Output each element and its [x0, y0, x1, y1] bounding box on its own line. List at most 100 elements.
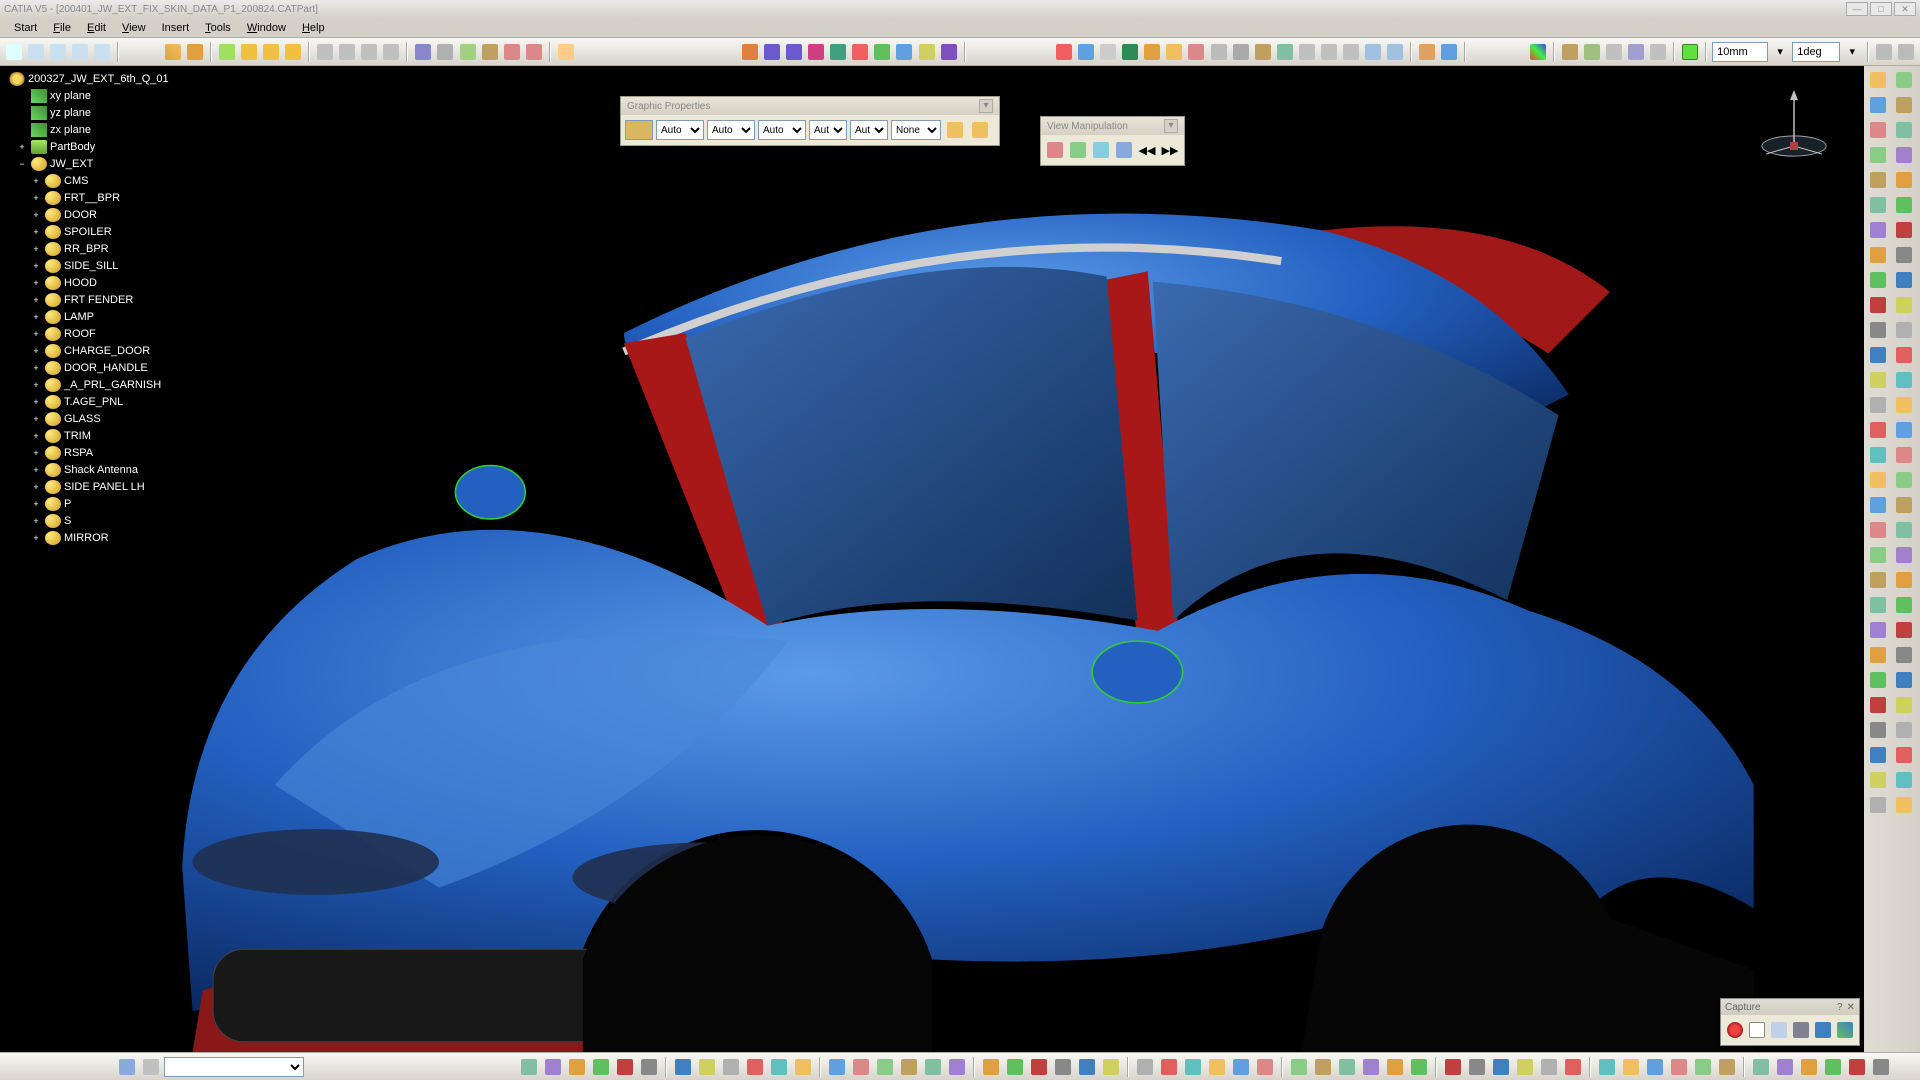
tb-tool-1[interactable]: [26, 41, 46, 63]
right-tool-b6[interactable]: [1892, 218, 1916, 242]
menu-file[interactable]: File: [45, 20, 79, 36]
point-select[interactable]: Aut: [809, 120, 847, 140]
right-tool-b10[interactable]: [1892, 318, 1916, 342]
tb-tool-7[interactable]: [217, 41, 237, 63]
bottom-tool-44[interactable]: [1644, 1056, 1666, 1078]
right-tool-a20[interactable]: [1866, 568, 1890, 592]
right-tool-a1[interactable]: [1866, 93, 1890, 117]
right-tool-b0[interactable]: [1892, 68, 1916, 92]
view-manipulation-panel[interactable]: View Manipulation ▾ ◀◀ ▶▶: [1040, 116, 1185, 166]
tb-op-12[interactable]: [1297, 41, 1317, 63]
tree-item[interactable]: +CHARGE_DOOR: [30, 342, 169, 359]
tb-op-1[interactable]: [1054, 41, 1074, 63]
right-tool-b11[interactable]: [1892, 343, 1916, 367]
tree-item[interactable]: +SIDE_SILL: [30, 257, 169, 274]
bottom-tool-26[interactable]: [1182, 1056, 1204, 1078]
tb-tool-2[interactable]: [48, 41, 68, 63]
tb-op-4[interactable]: [1120, 41, 1140, 63]
tree-item[interactable]: +T.AGE_PNL: [30, 393, 169, 410]
painter-icon[interactable]: [944, 119, 966, 141]
turn-head-icon[interactable]: [1114, 139, 1134, 161]
wizard-icon[interactable]: [969, 119, 991, 141]
bottom-tool-1[interactable]: [542, 1056, 564, 1078]
close-icon[interactable]: ▾: [979, 99, 993, 113]
bottom-tool-33[interactable]: [1360, 1056, 1382, 1078]
bottom-tool-19[interactable]: [1004, 1056, 1026, 1078]
tb-tool-18[interactable]: [480, 41, 500, 63]
right-tool-b22[interactable]: [1892, 618, 1916, 642]
tree-item[interactable]: +FRT FENDER: [30, 291, 169, 308]
menu-edit[interactable]: Edit: [79, 20, 114, 36]
graphic-properties-title[interactable]: Graphic Properties ▾: [621, 97, 999, 115]
right-tool-a26[interactable]: [1866, 718, 1890, 742]
viewport-3d[interactable]: 200327_JW_EXT_6th_Q_01 xy plane yz plane…: [0, 66, 1864, 1052]
right-tool-b12[interactable]: [1892, 368, 1916, 392]
bottom-tool-48[interactable]: [1750, 1056, 1772, 1078]
bottom-tool-31[interactable]: [1312, 1056, 1334, 1078]
bottom-tool-6[interactable]: [672, 1056, 694, 1078]
tb-surf-1[interactable]: [740, 41, 760, 63]
tb-brush-icon[interactable]: [524, 41, 544, 63]
bottom-tool-17[interactable]: [946, 1056, 968, 1078]
right-tool-b25[interactable]: [1892, 693, 1916, 717]
bottom-tool-14[interactable]: [874, 1056, 896, 1078]
tree-item[interactable]: +CMS: [30, 172, 169, 189]
tree-root[interactable]: 200327_JW_EXT_6th_Q_01: [6, 70, 169, 87]
tb-misc-4[interactable]: [1626, 41, 1646, 63]
render-select[interactable]: Aut: [850, 120, 888, 140]
screen-icon[interactable]: [1813, 1019, 1833, 1041]
tree-item[interactable]: +FRT__BPR: [30, 189, 169, 206]
right-tool-a25[interactable]: [1866, 693, 1890, 717]
bottom-tool-45[interactable]: [1668, 1056, 1690, 1078]
next-view-icon[interactable]: ▶▶: [1160, 139, 1180, 161]
angle-spinner[interactable]: ▾: [1842, 41, 1862, 63]
tb-surf-8[interactable]: [894, 41, 914, 63]
right-tool-a27[interactable]: [1866, 743, 1890, 767]
bottom-tool-27[interactable]: [1206, 1056, 1228, 1078]
right-tool-b28[interactable]: [1892, 768, 1916, 792]
right-tool-b18[interactable]: [1892, 518, 1916, 542]
tb-bot-2[interactable]: [140, 1056, 162, 1078]
right-tool-a14[interactable]: [1866, 418, 1890, 442]
right-tool-b4[interactable]: [1892, 168, 1916, 192]
transparency-select[interactable]: Auto: [656, 120, 704, 140]
examine-icon[interactable]: [1045, 139, 1065, 161]
tree-item[interactable]: +RR_BPR: [30, 240, 169, 257]
graphic-properties-panel[interactable]: Graphic Properties ▾ Auto Auto Auto Aut …: [620, 96, 1000, 146]
right-tool-b23[interactable]: [1892, 643, 1916, 667]
right-tool-a8[interactable]: [1866, 268, 1890, 292]
bottom-tool-10[interactable]: [768, 1056, 790, 1078]
close-icon[interactable]: ▾: [1164, 119, 1178, 133]
tree-plane-xy[interactable]: xy plane: [16, 87, 169, 104]
tb-tool-3[interactable]: [70, 41, 90, 63]
bottom-tool-2[interactable]: [566, 1056, 588, 1078]
right-tool-b14[interactable]: [1892, 418, 1916, 442]
right-tool-b27[interactable]: [1892, 743, 1916, 767]
right-tool-a9[interactable]: [1866, 293, 1890, 317]
select-icon[interactable]: [1747, 1019, 1767, 1041]
tb-surf-6[interactable]: [850, 41, 870, 63]
car-model[interactable]: [0, 66, 1864, 1052]
bottom-tool-12[interactable]: [826, 1056, 848, 1078]
bottom-tool-18[interactable]: [980, 1056, 1002, 1078]
right-tool-b2[interactable]: [1892, 118, 1916, 142]
right-tool-a17[interactable]: [1866, 493, 1890, 517]
bottom-tool-8[interactable]: [720, 1056, 742, 1078]
tb-op-11[interactable]: [1275, 41, 1295, 63]
menu-window[interactable]: Window: [239, 20, 294, 36]
bottom-tool-46[interactable]: [1692, 1056, 1714, 1078]
right-tool-b17[interactable]: [1892, 493, 1916, 517]
tb-axis-icon[interactable]: [1528, 41, 1548, 63]
bottom-tool-3[interactable]: [590, 1056, 612, 1078]
tree-item[interactable]: +LAMP: [30, 308, 169, 325]
minimize-button[interactable]: —: [1846, 2, 1868, 16]
right-tool-b26[interactable]: [1892, 718, 1916, 742]
bottom-tool-20[interactable]: [1028, 1056, 1050, 1078]
bottom-tool-29[interactable]: [1254, 1056, 1276, 1078]
right-tool-b29[interactable]: [1892, 793, 1916, 817]
tb-op-15[interactable]: [1363, 41, 1383, 63]
right-tool-a3[interactable]: [1866, 143, 1890, 167]
menu-help[interactable]: Help: [294, 20, 333, 36]
right-tool-b1[interactable]: [1892, 93, 1916, 117]
menu-view[interactable]: View: [114, 20, 154, 36]
